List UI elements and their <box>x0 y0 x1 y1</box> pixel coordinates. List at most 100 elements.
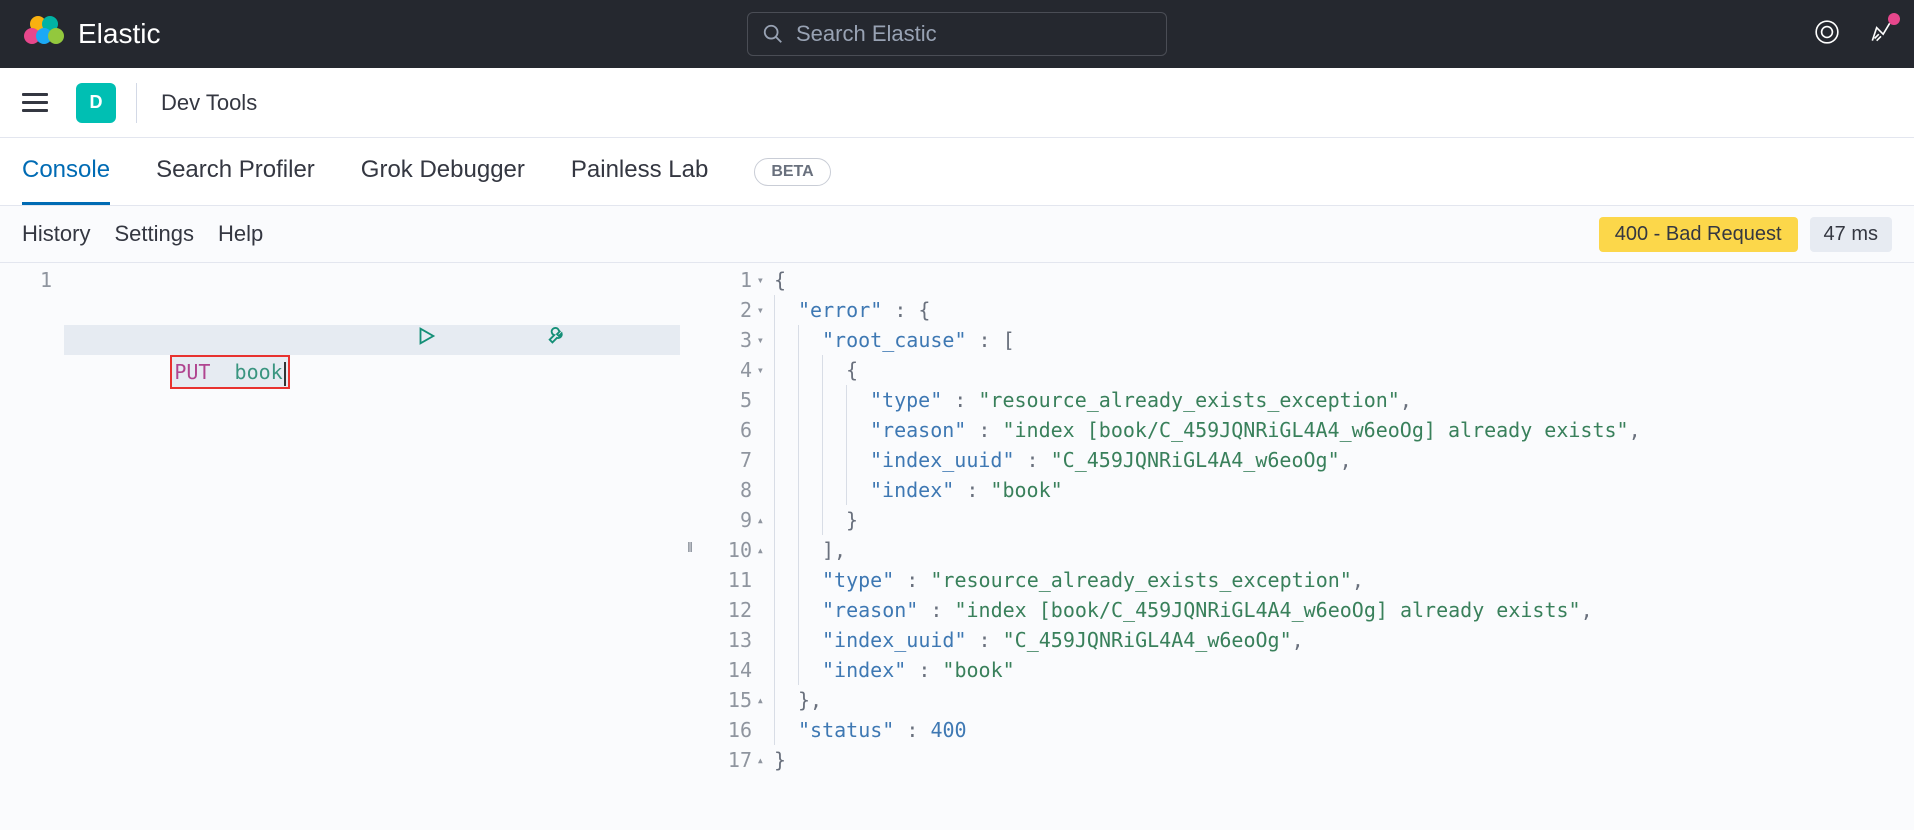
line-number: 14 <box>700 655 752 685</box>
response-pane[interactable]: 1▾2▾3▾4▾56789▴10▴1112131415▴1617▴ {"erro… <box>700 263 1914 830</box>
token-json-punc: , <box>1292 628 1304 652</box>
pane-splitter[interactable]: ‖ <box>680 263 700 830</box>
tab-search-profiler[interactable]: Search Profiler <box>156 138 315 205</box>
help-icon[interactable] <box>1814 19 1840 50</box>
request-actions <box>415 265 666 407</box>
response-line: "error" : { <box>764 295 1914 325</box>
token-json-punc: : <box>918 598 954 622</box>
news-icon[interactable] <box>1868 19 1894 50</box>
help-link[interactable]: Help <box>218 221 263 247</box>
fold-toggle-icon[interactable]: ▾ <box>752 325 764 355</box>
indent-guide <box>798 595 822 625</box>
token-json-key: "type" <box>822 568 894 592</box>
indent-guide <box>798 475 822 505</box>
indent-guide <box>798 415 822 445</box>
settings-link[interactable]: Settings <box>114 221 194 247</box>
indent-guide <box>774 715 798 745</box>
line-number: 4▾ <box>700 355 752 385</box>
token-json-key: "reason" <box>870 418 966 442</box>
global-search <box>747 12 1167 56</box>
response-line: { <box>764 355 1914 385</box>
response-code[interactable]: {"error" : {"root_cause" : [{"type" : "r… <box>764 263 1914 830</box>
tabs-bar: Console Search Profiler Grok Debugger Pa… <box>0 138 1914 206</box>
response-line: } <box>764 745 1914 775</box>
response-line: "index" : "book" <box>764 475 1914 505</box>
token-json-str: "resource_already_exists_exception" <box>930 568 1351 592</box>
send-request-button[interactable] <box>415 265 535 407</box>
token-json-punc: { <box>774 268 786 292</box>
response-line: "reason" : "index [book/C_459JQNRiGL4A4_… <box>764 595 1914 625</box>
elastic-logo-icon[interactable] <box>20 12 64 56</box>
indent-guide <box>798 385 822 415</box>
tab-grok-debugger[interactable]: Grok Debugger <box>361 138 525 205</box>
fold-toggle-icon[interactable]: ▾ <box>752 265 764 295</box>
token-json-punc: { <box>918 298 930 322</box>
space-badge[interactable]: D <box>76 83 116 123</box>
token-json-punc: ], <box>822 538 846 562</box>
token-json-key: "index" <box>870 478 954 502</box>
token-json-key: "status" <box>798 718 894 742</box>
token-json-punc: : <box>1015 448 1051 472</box>
fold-toggle-icon[interactable]: ▴ <box>752 505 764 535</box>
indent-guide <box>774 445 798 475</box>
tab-painless-lab[interactable]: Painless Lab <box>571 138 708 205</box>
token-json-punc: { <box>846 358 858 382</box>
search-input[interactable] <box>796 21 1152 47</box>
line-number: 6 <box>700 415 752 445</box>
indent-guide <box>846 385 870 415</box>
token-json-punc: , <box>1340 448 1352 472</box>
toolbar-left: History Settings Help <box>22 221 263 247</box>
fold-toggle-icon[interactable]: ▴ <box>752 685 764 715</box>
token-json-punc: : <box>966 418 1002 442</box>
token-json-punc: : <box>894 718 930 742</box>
indent-guide <box>846 475 870 505</box>
token-json-punc: }, <box>798 688 822 712</box>
brand-name[interactable]: Elastic <box>78 18 160 50</box>
request-highlight: PUT book <box>170 355 289 389</box>
indent-guide <box>822 445 846 475</box>
tab-console[interactable]: Console <box>22 138 110 205</box>
token-json-punc: : <box>894 568 930 592</box>
line-number: 11 <box>700 565 752 595</box>
token-json-punc: : <box>967 328 1003 352</box>
token-json-key: "index_uuid" <box>870 448 1015 472</box>
search-icon <box>762 23 784 45</box>
token-json-str: "book" <box>990 478 1062 502</box>
token-json-punc: : <box>967 628 1003 652</box>
request-code[interactable]: PUT book <box>64 263 680 830</box>
token-json-key: "root_cause" <box>822 328 967 352</box>
response-line: ], <box>764 535 1914 565</box>
token-json-punc: : <box>954 478 990 502</box>
indent-guide <box>774 535 798 565</box>
token-json-punc: , <box>1581 598 1593 622</box>
menu-toggle-icon[interactable] <box>22 88 48 117</box>
response-line: "index_uuid" : "C_459JQNRiGL4A4_w6eoOg", <box>764 445 1914 475</box>
token-json-str: "C_459JQNRiGL4A4_w6eoOg" <box>1051 448 1340 472</box>
fold-toggle-icon[interactable]: ▾ <box>752 295 764 325</box>
fold-toggle-icon[interactable]: ▾ <box>752 355 764 385</box>
token-json-punc: } <box>846 508 858 532</box>
indent-guide <box>774 685 798 715</box>
token-json-punc: : <box>882 298 918 322</box>
indent-guide <box>774 325 798 355</box>
response-line: "index_uuid" : "C_459JQNRiGL4A4_w6eoOg", <box>764 625 1914 655</box>
line-number: 7 <box>700 445 752 475</box>
fold-toggle-icon[interactable]: ▴ <box>752 745 764 775</box>
token-json-punc: , <box>1400 388 1412 412</box>
search-box[interactable] <box>747 12 1167 56</box>
request-pane[interactable]: 1 PUT book <box>0 263 680 830</box>
line-number: 5 <box>700 385 752 415</box>
indent-guide <box>846 415 870 445</box>
fold-toggle-icon[interactable]: ▴ <box>752 535 764 565</box>
token-json-punc: , <box>1629 418 1641 442</box>
wrench-icon[interactable] <box>546 265 666 407</box>
text-cursor <box>284 362 286 386</box>
line-number: 10▴ <box>700 535 752 565</box>
history-link[interactable]: History <box>22 221 90 247</box>
line-number: 13 <box>700 625 752 655</box>
indent-guide <box>798 655 822 685</box>
token-json-punc: , <box>1352 568 1364 592</box>
token-json-punc: } <box>774 748 786 772</box>
indent-guide <box>846 445 870 475</box>
line-number: 2▾ <box>700 295 752 325</box>
